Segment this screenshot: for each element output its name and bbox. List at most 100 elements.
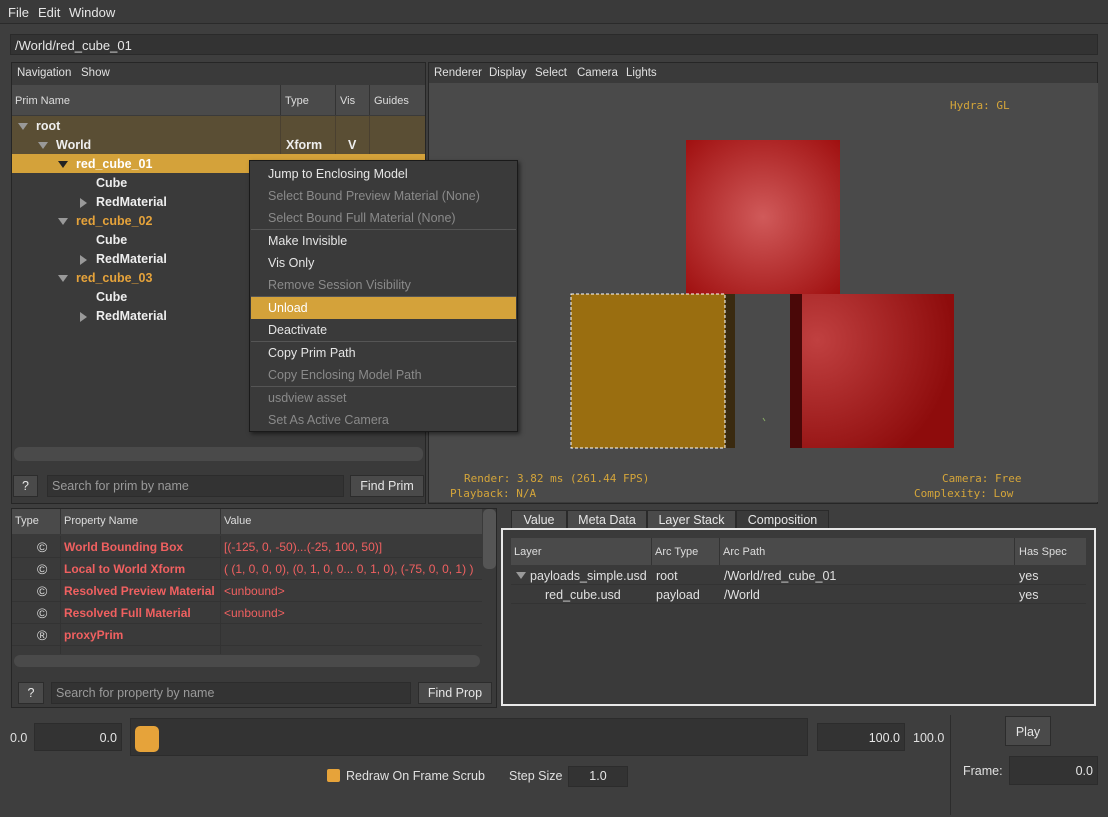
property-row[interactable]: © Resolved Full Material <unbound> [12, 602, 482, 624]
computed-property-icon: © [37, 605, 48, 621]
composition-row[interactable]: red_cube.usd payload /World yes [511, 585, 1086, 604]
scene-render [570, 140, 954, 449]
menu-item-copy-enclosing-model-path[interactable]: Copy Enclosing Model Path [251, 364, 516, 386]
collapse-arrow-icon[interactable] [58, 275, 68, 282]
step-size-label: Step Size [509, 769, 563, 783]
frame-slider-handle[interactable] [135, 726, 159, 752]
frame-label: Frame: [963, 764, 1003, 778]
property-help-button[interactable]: ? [18, 682, 44, 704]
property-hscrollbar[interactable] [14, 655, 480, 667]
composition-header: Layer Arc Type Arc Path Has Spec [511, 538, 1086, 565]
prim-search-input[interactable]: Search for prim by name [47, 475, 344, 497]
menu-item-deactivate[interactable]: Deactivate [251, 319, 516, 341]
prim-tree-header: Prim Name Type Vis Guides [12, 85, 425, 115]
property-row[interactable]: © World Bounding Box [(-125, 0, -50)...(… [12, 536, 482, 558]
play-button[interactable]: Play [1005, 716, 1051, 746]
col-prop-value[interactable]: Value [224, 515, 251, 527]
tab-value[interactable]: Value [511, 510, 567, 529]
property-table: © World Bounding Box [(-125, 0, -50)...(… [12, 536, 482, 654]
frame-input[interactable]: 0.0 [1009, 756, 1098, 785]
selected-cube [571, 294, 725, 448]
menu-item-copy-prim-path[interactable]: Copy Prim Path [251, 342, 516, 364]
timeline-panel: 0.0 0.0 100.0 100.0 Play Redraw On Frame… [0, 710, 1108, 817]
property-panel: Type Property Name Value © World Boundin… [11, 508, 497, 708]
red-cube-back [686, 140, 840, 294]
menu-item-select-bound-preview-material[interactable]: Select Bound Preview Material (None) [251, 185, 516, 207]
frame-slider[interactable] [130, 718, 808, 756]
prim-browser-menubar: Navigation Show [12, 63, 425, 83]
col-arc-type[interactable]: Arc Type [655, 546, 698, 558]
property-row[interactable]: ® proxyPrim [12, 624, 482, 646]
menu-edit[interactable]: Edit [38, 5, 60, 20]
cube-shadow-left [725, 294, 735, 448]
col-prim-name[interactable]: Prim Name [15, 95, 70, 107]
camera-stats: Camera: Free [942, 472, 1022, 485]
composition-row[interactable]: payloads_simple.usd root /World/red_cube… [511, 566, 1086, 585]
col-arc-path[interactable]: Arc Path [723, 546, 765, 558]
hydra-label: Hydra: GL [950, 99, 1010, 112]
relationship-property-icon: ® [37, 627, 48, 643]
computed-property-icon: © [37, 539, 48, 555]
property-row[interactable]: © Local to World Xform ( (1, 0, 0, 0), (… [12, 558, 482, 580]
redraw-label: Redraw On Frame Scrub [346, 769, 485, 783]
prim-context-menu: Jump to Enclosing Model Select Bound Pre… [249, 160, 518, 432]
end-frame-input[interactable]: 100.0 [817, 723, 905, 751]
col-layer[interactable]: Layer [514, 546, 542, 558]
menu-item-jump-to-enclosing-model[interactable]: Jump to Enclosing Model [251, 163, 516, 185]
collapse-arrow-icon[interactable] [38, 142, 48, 149]
viewport-menubar: Renderer Display Select Camera Lights [429, 63, 1099, 83]
find-prim-button[interactable]: Find Prim [350, 475, 424, 497]
col-prop-name[interactable]: Property Name [64, 515, 138, 527]
3d-viewport[interactable]: Hydra: GL Render: 3.82 ms (261.44 FPS) P… [429, 83, 1098, 502]
collapse-arrow-icon[interactable] [58, 161, 68, 168]
start-frame-input[interactable]: 0.0 [34, 723, 122, 751]
col-type[interactable]: Type [285, 95, 309, 107]
menu-item-unload[interactable]: Unload [251, 297, 516, 319]
menu-item-vis-only[interactable]: Vis Only [251, 252, 516, 274]
step-size-input[interactable]: 1.0 [568, 766, 628, 787]
prim-tree-hscrollbar[interactable] [14, 447, 423, 461]
property-vscrollbar[interactable] [483, 509, 496, 569]
property-header: Type Property Name Value [12, 509, 482, 534]
menu-item-usdview-asset[interactable]: usdview asset [251, 387, 516, 409]
complexity-stats: Complexity: Low [914, 487, 1014, 500]
menu-file[interactable]: File [8, 5, 29, 20]
menu-lights[interactable]: Lights [626, 67, 657, 79]
end-frame-label: 100.0 [913, 731, 945, 745]
render-stats: Render: 3.82 ms (261.44 FPS) [464, 472, 650, 485]
collapse-arrow-icon[interactable] [18, 123, 28, 130]
menu-select[interactable]: Select [535, 67, 567, 79]
property-search-input[interactable]: Search for property by name [51, 682, 411, 704]
expand-arrow-icon[interactable] [80, 198, 87, 208]
col-guides[interactable]: Guides [374, 95, 409, 107]
composition-panel: Layer Arc Type Arc Path Has Spec payload… [501, 528, 1096, 706]
red-cube-right-side [790, 294, 802, 448]
redraw-checkbox[interactable] [327, 769, 340, 782]
find-prop-button[interactable]: Find Prop [418, 682, 492, 704]
menu-window[interactable]: Window [69, 5, 115, 20]
menu-item-set-as-active-camera[interactable]: Set As Active Camera [251, 409, 516, 431]
menu-camera[interactable]: Camera [577, 67, 618, 79]
prim-help-button[interactable]: ? [13, 475, 38, 497]
tab-meta-data[interactable]: Meta Data [567, 510, 647, 529]
col-vis[interactable]: Vis [340, 95, 355, 107]
start-frame-label: 0.0 [10, 731, 28, 745]
col-prop-type[interactable]: Type [15, 515, 39, 527]
menu-renderer[interactable]: Renderer [434, 67, 482, 79]
menu-navigation[interactable]: Navigation [17, 67, 71, 79]
menu-item-select-bound-full-material[interactable]: Select Bound Full Material (None) [251, 207, 516, 229]
tab-layer-stack[interactable]: Layer Stack [647, 510, 736, 529]
prim-path-field[interactable]: /World/red_cube_01 [10, 34, 1098, 55]
computed-property-icon: © [37, 561, 48, 577]
menu-show[interactable]: Show [81, 67, 110, 79]
property-row[interactable]: © Resolved Preview Material <unbound> [12, 580, 482, 602]
menu-item-remove-session-visibility[interactable]: Remove Session Visibility [251, 274, 516, 296]
menu-item-make-invisible[interactable]: Make Invisible [251, 230, 516, 252]
collapse-arrow-icon[interactable] [58, 218, 68, 225]
collapse-arrow-icon[interactable] [516, 572, 526, 579]
expand-arrow-icon[interactable] [80, 255, 87, 265]
col-has-spec[interactable]: Has Spec [1019, 546, 1067, 558]
expand-arrow-icon[interactable] [80, 312, 87, 322]
tab-composition[interactable]: Composition [736, 510, 829, 529]
menu-display[interactable]: Display [489, 67, 527, 79]
